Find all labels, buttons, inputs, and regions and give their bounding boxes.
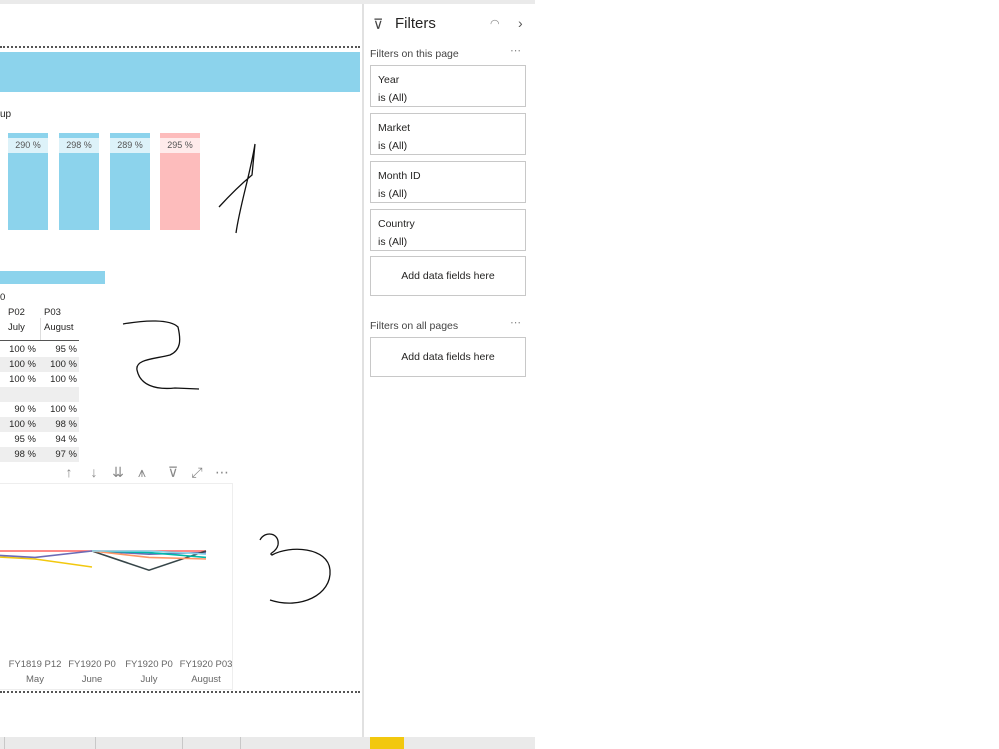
focus-mode-icon[interactable]: ⤢ (188, 464, 206, 481)
top-strip (0, 0, 535, 4)
pane-divider (362, 4, 364, 737)
x-axis-label: July (140, 674, 158, 685)
more-options-icon[interactable]: ⋯ (510, 44, 521, 57)
filter-icon[interactable]: ⊽ (164, 464, 182, 481)
table-cell: 100 % (50, 359, 77, 370)
filter-name: Month ID (378, 170, 421, 182)
table-cell: 94 % (55, 434, 77, 445)
annotation-2 (122, 320, 200, 390)
table-cell: 100 % (50, 404, 77, 415)
header-underline (0, 340, 79, 341)
table-row: 100 % 100 % (0, 372, 79, 387)
arrow-up-icon[interactable]: ↑ (60, 464, 78, 480)
kpi-bar[interactable]: 289 % (110, 133, 150, 230)
more-options-icon[interactable]: ⋯ (213, 464, 231, 481)
x-axis-label: FY1920 P0 (125, 659, 173, 670)
kpi-bar-label: 298 % (59, 138, 99, 153)
arrow-down-icon[interactable]: ↓ (85, 464, 103, 480)
kpi-bar-label: 289 % (110, 138, 150, 153)
table-cell: 100 % (9, 419, 36, 430)
table-row: 100 % 98 % (0, 417, 79, 432)
page-tab-active[interactable] (370, 737, 404, 749)
x-axis-label: August (191, 674, 221, 685)
filter-value: is (All) (378, 92, 408, 104)
add-data-fields-all[interactable]: Add data fields here (370, 337, 526, 377)
filter-icon: ⊽ (373, 16, 384, 32)
filter-name: Market (378, 122, 411, 134)
filter-name: Year (378, 74, 400, 86)
visual-border-bottom (0, 691, 360, 693)
section-bar (0, 271, 105, 284)
column-period[interactable]: P02 (8, 307, 25, 318)
table-cell: 90 % (14, 404, 36, 415)
column-divider (40, 318, 41, 340)
more-options-icon[interactable]: ⋯ (510, 316, 521, 329)
table-cell: 97 % (55, 449, 77, 460)
x-axis-label: FY1920 P03 (179, 659, 233, 670)
table-cell: 98 % (55, 419, 77, 430)
x-axis-label: FY1920 P0 (68, 659, 116, 670)
annotation-3 (259, 533, 331, 604)
expand-hierarchy-icon[interactable]: ⩚ (133, 464, 151, 481)
line-series[interactable] (0, 556, 93, 568)
page-tab[interactable] (95, 737, 96, 749)
table-row: 95 % 94 % (0, 432, 79, 447)
table-row: 98 % 97 % (0, 447, 79, 462)
table-row (0, 387, 79, 402)
table-row: 100 % 95 % (0, 342, 79, 357)
line-chart: 1FY1819 P12 May FY1920 P0 June FY1920 P0 July… (0, 483, 233, 690)
filter-card[interactable]: Country is (All) (370, 209, 526, 251)
filter-card[interactable]: Year is (All) (370, 65, 526, 107)
page-tab[interactable] (240, 737, 241, 749)
visual-border-top (0, 46, 360, 48)
column-month[interactable]: August (44, 322, 74, 333)
filter-name: Country (378, 218, 415, 230)
filter-value: is (All) (378, 188, 408, 200)
table-row: 90 % 100 % (0, 402, 79, 417)
kpi-bar[interactable]: 290 % (8, 133, 48, 230)
filter-card[interactable]: Market is (All) (370, 113, 526, 155)
eye-icon[interactable]: ◠ (490, 17, 500, 30)
filters-all-pages-label: Filters on all pages (370, 320, 459, 332)
header-banner (0, 52, 360, 92)
annotation-1 (218, 143, 256, 234)
page-tab[interactable] (182, 737, 183, 749)
collapse-pane-icon[interactable]: › (518, 15, 523, 31)
table-cell: 98 % (14, 449, 36, 460)
table-cell: 95 % (14, 434, 36, 445)
table-cell: 95 % (55, 344, 77, 355)
kpi-bar-label: 290 % (8, 138, 48, 153)
column-month[interactable]: July (8, 322, 25, 333)
double-arrow-down-icon[interactable]: ⇊ (109, 464, 127, 481)
table-cell: 100 % (9, 359, 36, 370)
table-cell: 100 % (9, 374, 36, 385)
kpi-bar-label: 295 % (160, 138, 200, 153)
add-data-fields-page[interactable]: Add data fields here (370, 256, 526, 296)
x-axis-label: FY1819 P12 (8, 659, 62, 670)
x-axis-label: May (26, 674, 44, 685)
filter-value: is (All) (378, 140, 408, 152)
kpi-bar[interactable]: 298 % (59, 133, 99, 230)
filter-card[interactable]: Month ID is (All) (370, 161, 526, 203)
filters-title: Filters (395, 15, 436, 32)
filter-value: is (All) (378, 236, 408, 248)
x-axis-label: 1 (0, 659, 5, 670)
table-cell: 100 % (9, 344, 36, 355)
filters-on-page-label: Filters on this page (370, 48, 459, 60)
table-cell: 100 % (50, 374, 77, 385)
table-header-fragment: 0 (0, 292, 6, 303)
page-tabs (0, 737, 535, 749)
x-axis-label: June (81, 674, 103, 685)
visual-title: up (0, 109, 12, 120)
kpi-bar[interactable]: 295 % (160, 133, 200, 230)
column-period[interactable]: P03 (44, 307, 61, 318)
table-row: 100 % 100 % (0, 357, 79, 372)
